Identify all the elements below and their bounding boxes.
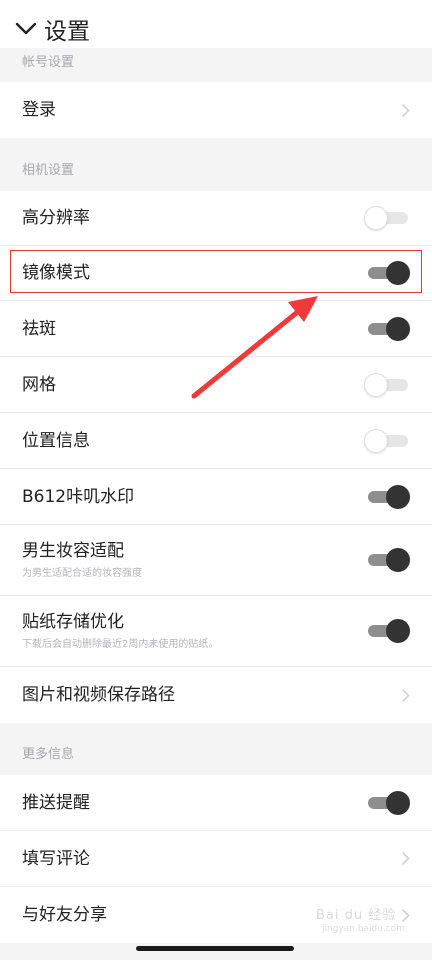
page-title: 设置 — [44, 19, 90, 45]
row-description: 下载后会自动删除最近2周内未使用的贴纸。 — [22, 639, 219, 650]
settings-row-high-res[interactable]: 高分辨率 — [0, 191, 432, 246]
settings-row-review[interactable]: 填写评论 — [0, 831, 432, 887]
settings-row-location[interactable]: 位置信息 — [0, 413, 432, 469]
section-header-account: 帐号设置 — [0, 48, 432, 76]
row-label: 高分辨率 — [22, 208, 90, 228]
chevron-right-icon — [400, 102, 410, 118]
row-label: 登录 — [22, 100, 56, 120]
settings-row-freckle[interactable]: 祛斑 — [0, 301, 432, 357]
freckle-toggle[interactable] — [366, 316, 410, 342]
row-label: 填写评论 — [22, 848, 90, 869]
grid-toggle[interactable] — [364, 372, 410, 398]
row-label: 位置信息 — [22, 430, 90, 451]
push-toggle[interactable] — [366, 790, 410, 816]
row-label: B612咔叽水印 — [22, 486, 135, 507]
watermark-subtext: jingyan.baidu.com — [322, 924, 406, 934]
high-res-toggle[interactable] — [364, 205, 410, 231]
settings-row-push[interactable]: 推送提醒 — [0, 775, 432, 831]
chevron-right-icon — [400, 687, 410, 703]
settings-row-save-path[interactable]: 图片和视频保存路径 — [0, 667, 432, 723]
row-label: 网格 — [22, 374, 56, 395]
settings-row-sticker-opt[interactable]: 贴纸存储优化 下载后会自动删除最近2周内未使用的贴纸。 — [0, 596, 432, 667]
chevron-right-icon — [400, 851, 410, 867]
row-label: 图片和视频保存路径 — [22, 685, 175, 705]
row-label: 贴纸存储优化 — [22, 612, 124, 632]
settings-row-mirror[interactable]: 镜像模式 — [0, 246, 432, 301]
section-header-camera: 相机设置 — [22, 163, 75, 178]
watermark-toggle[interactable] — [366, 484, 410, 510]
location-toggle[interactable] — [364, 428, 410, 454]
row-label: 推送提醒 — [22, 792, 90, 813]
row-description: 为男生适配合适的妆容强度 — [22, 568, 142, 579]
section-header-more: 更多信息 — [22, 747, 75, 762]
sticker-opt-toggle[interactable] — [366, 618, 410, 644]
settings-screen: 设置 帐号设置 登录 相机设置 高分辨率 镜像模式 祛斑 网格 位置信息 B61… — [0, 0, 432, 960]
row-label: 镜像模式 — [22, 263, 90, 283]
settings-row-login[interactable]: 登录 — [0, 82, 432, 138]
settings-row-male-makeup[interactable]: 男生妆容适配 为男生适配合适的妆容强度 — [0, 525, 432, 596]
chevron-down-icon — [15, 22, 37, 35]
mirror-toggle[interactable] — [366, 260, 410, 286]
watermark-text: Bai du 经验 — [316, 908, 397, 923]
chevron-right-icon — [400, 907, 410, 923]
settings-row-grid[interactable]: 网格 — [0, 357, 432, 413]
home-indicator[interactable] — [136, 946, 294, 951]
settings-row-watermark[interactable]: B612咔叽水印 — [0, 469, 432, 525]
row-label: 男生妆容适配 — [22, 541, 124, 561]
row-label: 祛斑 — [22, 318, 56, 339]
male-makeup-toggle[interactable] — [366, 547, 410, 573]
